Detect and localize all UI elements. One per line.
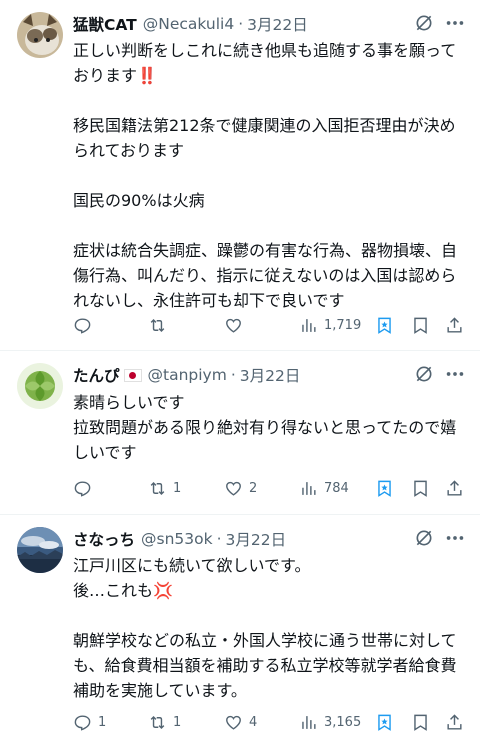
grok-icon[interactable] [414,364,434,384]
retweet-icon [150,318,165,332]
reply-icon [74,480,91,497]
reply-button[interactable]: 1 [73,711,106,733]
like-icon [226,318,241,333]
share-icon [447,316,462,333]
retweet-button[interactable] [148,314,173,336]
view-count: 3,165 [324,714,362,730]
reply-count: 1 [98,714,107,730]
reply-button[interactable] [73,314,98,336]
views-icon [302,715,316,729]
japan-flag-icon [123,368,142,382]
timestamp[interactable]: 3月22日 [240,364,301,386]
reply-button[interactable] [73,477,98,499]
grok-analyze-button[interactable] [375,711,394,733]
bookmark-icon [414,480,427,497]
tweet[interactable]: 猛獣CAT @Necakuli4 · 3月22日 正しい判断をしこれに続き他県も… [0,0,480,351]
username[interactable]: @tanpiym [148,366,227,384]
bookmark-button[interactable] [411,711,430,733]
username[interactable]: @sn53ok [141,530,213,548]
timestamp[interactable]: 3月22日 [226,528,287,550]
grok-analyze-button[interactable] [375,477,394,499]
like-button[interactable]: 2 [224,477,257,499]
action-bar: 1,719 [73,314,470,336]
like-count: 4 [249,714,258,730]
bookmark-star-icon [378,480,391,497]
like-button[interactable]: 4 [224,711,257,733]
share-button[interactable] [445,314,464,336]
bookmark-star-icon [378,317,391,334]
view-count: 1,719 [324,317,362,333]
retweet-button[interactable]: 1 [148,477,181,499]
like-icon [226,715,241,730]
retweet-button[interactable]: 1 [148,711,181,733]
action-bar: 1 2 784 [73,477,470,499]
more-icon[interactable] [444,363,466,385]
bookmark-button[interactable] [411,477,430,499]
more-icon[interactable] [444,527,466,549]
avatar[interactable] [17,12,63,58]
grok-analyze-button[interactable] [375,314,394,336]
retweet-icon [150,481,165,495]
tweet-text: 正しい判断をしこれに続き他県も追随する事を願っております‼️ 移民国籍法第212… [73,41,458,310]
like-button[interactable] [224,314,249,336]
grok-icon[interactable] [414,528,434,548]
views-button[interactable]: 3,165 [299,711,361,733]
username[interactable]: @Necakuli4 [143,15,234,33]
action-bar: 1 1 4 3,165 [73,711,470,733]
display-name[interactable]: 猛獣CAT [73,13,137,35]
retweet-count: 1 [173,714,182,730]
avatar[interactable] [17,363,63,409]
views-button[interactable]: 1,719 [299,314,361,336]
tweet[interactable]: たんぴ @tanpiym · 3月22日 素晴らしいです 拉致問題がある限り絶対… [0,351,480,515]
separator: · [216,530,222,548]
bookmark-button[interactable] [411,314,430,336]
retweet-count: 1 [173,480,182,496]
more-icon[interactable] [444,12,466,34]
tweet-text: 素晴らしいです 拉致問題がある限り絶対有り得ないと思ってたので嬉しいです [73,393,457,462]
timestamp[interactable]: 3月22日 [247,13,308,35]
bookmark-star-icon [378,714,391,731]
avatar[interactable] [17,527,63,573]
reply-icon [74,714,91,731]
bookmark-icon [414,317,427,334]
display-name[interactable]: たんぴ [73,364,120,386]
grok-icon[interactable] [414,13,434,33]
views-icon [302,318,316,332]
views-button[interactable]: 784 [299,477,349,499]
views-icon [302,481,316,495]
like-icon [226,481,241,496]
tweet-text: 江戸川区にも続いて欲しいです。 後…これも💢 朝鮮学校などの私立・外国人学校に通… [73,556,457,700]
share-button[interactable] [445,477,464,499]
tweet[interactable]: さなっち @sn53ok · 3月22日 江戸川区にも続いて欲しいです。 後…こ… [0,515,480,736]
separator: · [238,15,244,33]
like-count: 2 [249,480,258,496]
separator: · [230,366,236,384]
share-button[interactable] [445,711,464,733]
display-name[interactable]: さなっち [73,528,135,550]
share-icon [447,479,462,496]
reply-icon [74,317,91,334]
view-count: 784 [324,480,349,496]
share-icon [447,713,462,730]
retweet-icon [150,715,165,729]
bookmark-icon [414,714,427,731]
